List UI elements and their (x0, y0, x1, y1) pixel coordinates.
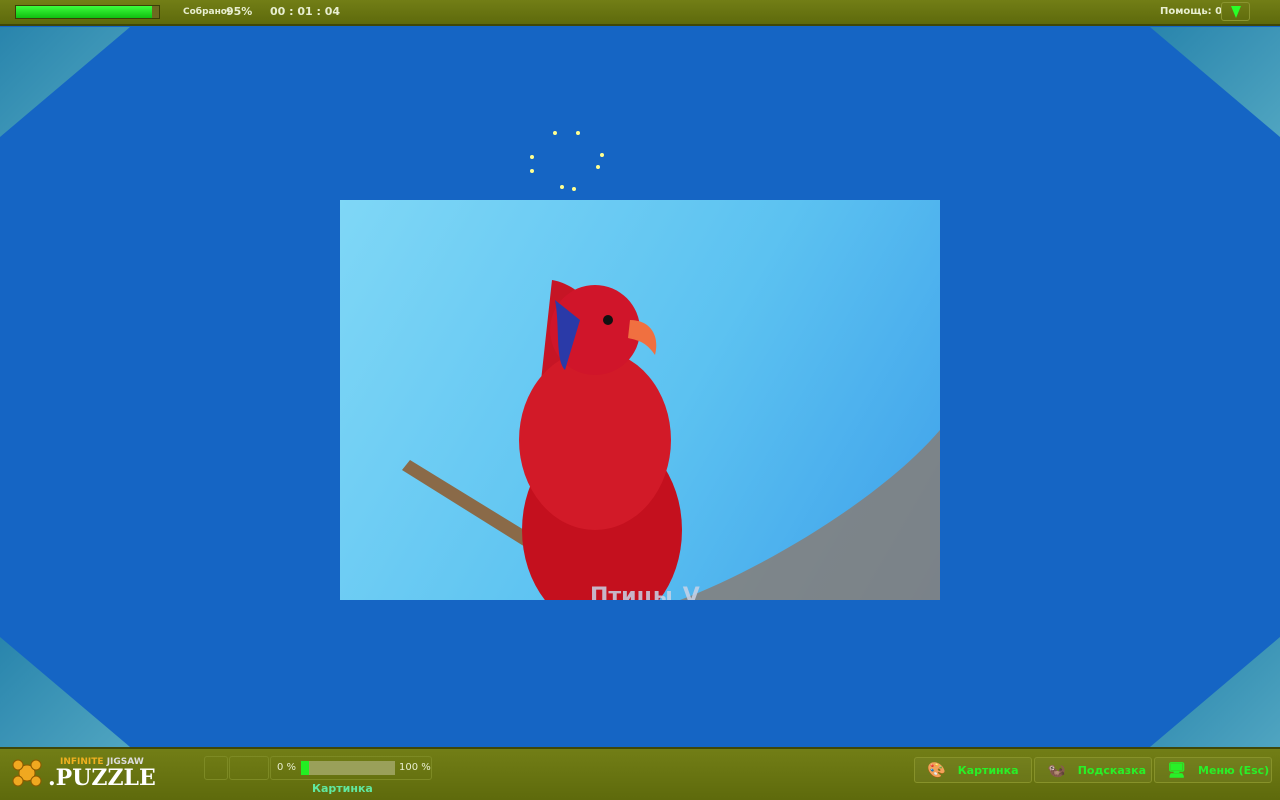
hint-button[interactable]: 🦦 Подсказка (1034, 757, 1152, 783)
help-dropdown-button[interactable] (1221, 2, 1250, 21)
frame-corner-br (1150, 637, 1280, 747)
sparkles (530, 131, 604, 191)
slider-thumb[interactable] (301, 761, 309, 775)
difficulty-slider[interactable]: 0 % 100 % (270, 756, 432, 780)
puzzle-piece-icon (12, 759, 42, 787)
game-logo: INFINITE JIGSAW .PUZZLE (10, 757, 156, 789)
menu-button[interactable]: 🖥 Меню (Esc) (1154, 757, 1272, 783)
empty-slot-1 (204, 756, 228, 780)
slider-caption: Картинка (312, 782, 373, 795)
slider-max-label: 100 % (399, 762, 431, 773)
slider-track[interactable] (301, 761, 395, 775)
menu-button-label: Меню (Esc) (1198, 763, 1270, 777)
collected-value: 95% (226, 5, 253, 18)
parrot-picture (402, 280, 940, 600)
puzzle-board[interactable]: Птицы V (340, 200, 940, 600)
slider-min-label: 0 % (277, 762, 297, 773)
timer: 00 : 01 : 04 (270, 5, 341, 18)
bottom-bar: INFINITE JIGSAW .PUZZLE 0 % 100 % Картин… (0, 747, 1280, 800)
category-label: Птицы (590, 584, 673, 600)
frame-corner-tl (0, 27, 130, 137)
help-count: Помощь: 0 (1160, 6, 1223, 17)
frame-corner-tr (1150, 27, 1280, 137)
category-arrow-icon: V (682, 584, 700, 600)
palette-icon: 🎨 (927, 761, 946, 779)
progress-fill (16, 6, 152, 18)
hint-icon: 🦦 (1047, 761, 1066, 779)
picture-button[interactable]: 🎨 Картинка (914, 757, 1032, 783)
frame-corner-bl (0, 637, 130, 747)
hint-button-label: Подсказка (1077, 763, 1147, 777)
top-bar: Собрано: 95% 00 : 01 : 04 Помощь: 0 (0, 0, 1280, 26)
picture-button-label: Картинка (957, 763, 1019, 777)
empty-slot-2 (229, 756, 269, 780)
triangle-down-icon (1230, 5, 1241, 18)
assembly-progress-bar (15, 5, 160, 19)
collected-label: Собрано: (183, 7, 231, 17)
monitor-icon: 🖥 (1167, 761, 1187, 779)
category-selector[interactable]: Птицы V (590, 584, 700, 600)
